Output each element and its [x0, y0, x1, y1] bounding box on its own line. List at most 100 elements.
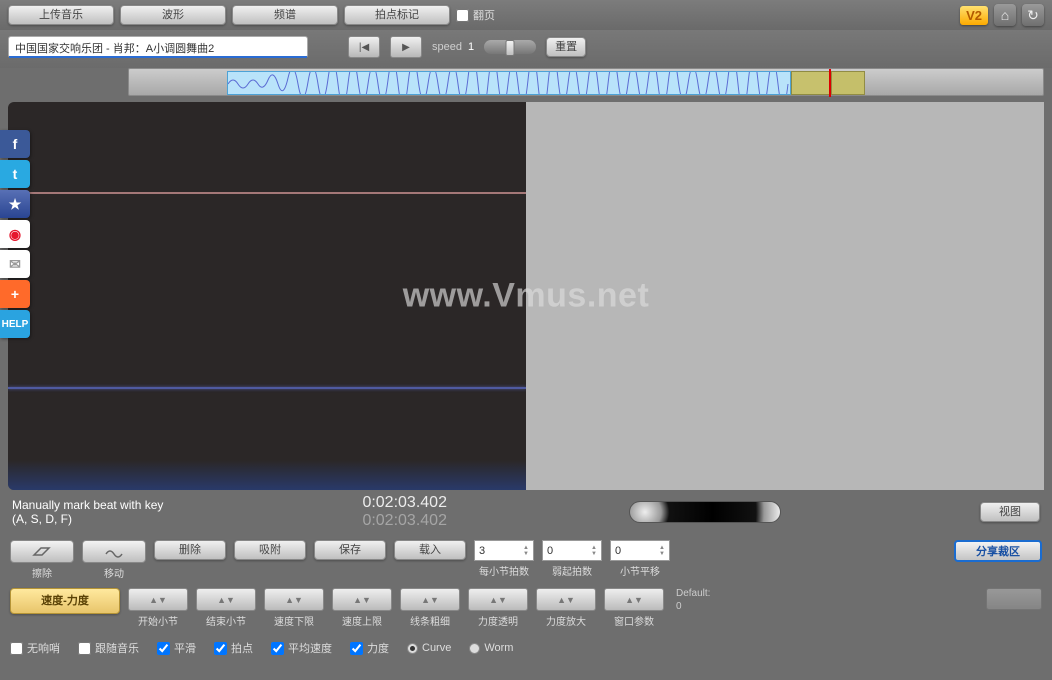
erase-label: 擦除	[32, 565, 52, 580]
move-button[interactable]	[82, 540, 146, 563]
curve-radio[interactable]: Curve	[407, 642, 451, 654]
spectrum-tab[interactable]: 频谱	[232, 5, 338, 25]
beats-per-bar-label: 每小节拍数	[479, 563, 529, 578]
tempo-high-input[interactable]: ▲▼	[332, 588, 392, 611]
view-button[interactable]: 视图	[980, 502, 1040, 522]
mail-icon[interactable]: ✉	[0, 250, 30, 278]
avgspeed-toggle[interactable]: 平均速度	[271, 640, 332, 656]
watermark-text: www.Vmus.net	[403, 277, 650, 316]
manual-hint-line2: (A, S, D, F)	[12, 512, 163, 526]
end-bar-input[interactable]: ▲▼	[196, 588, 256, 611]
dynamics-trans-label: 力度透明	[478, 613, 518, 628]
tempo-low-input[interactable]: ▲▼	[264, 588, 324, 611]
main-workspace: www.Vmus.net	[8, 102, 1044, 490]
load-button[interactable]: 载入	[394, 540, 466, 560]
line-width-input[interactable]: ▲▼	[400, 588, 460, 611]
twitter-icon[interactable]: t	[0, 160, 30, 188]
beats-checkbox[interactable]	[214, 642, 227, 655]
dynamics-toggle[interactable]: 力度	[350, 640, 389, 656]
worm-radio[interactable]: Worm	[469, 642, 513, 654]
manual-hint: Manually mark beat with key (A, S, D, F)	[12, 498, 163, 526]
pickup-value: 0	[547, 545, 553, 557]
window-param-input[interactable]: ▲▼	[604, 588, 664, 611]
follow-toggle[interactable]: 跟随音乐	[78, 640, 139, 656]
reset-button[interactable]: 重置	[546, 37, 586, 57]
prev-button[interactable]: |◀	[348, 36, 380, 58]
dynamics-checkbox[interactable]	[350, 642, 363, 655]
bar-offset-input[interactable]: 0 ▲▼	[610, 540, 670, 561]
follow-checkbox[interactable]	[78, 642, 91, 655]
beats-label: 拍点	[231, 640, 253, 656]
timeline-overview[interactable]	[128, 68, 1044, 96]
dynamics-trans-input[interactable]: ▲▼	[468, 588, 528, 611]
bar-offset-value: 0	[615, 545, 621, 557]
spinner-icon[interactable]: ▲▼	[659, 545, 665, 557]
facebook-icon[interactable]: f	[0, 130, 30, 158]
speed-value: 1	[468, 41, 474, 53]
start-bar-label: 开始小节	[138, 613, 178, 628]
delete-button[interactable]: 删除	[154, 540, 226, 560]
tempo-low-label: 速度下限	[274, 613, 314, 628]
waveform-tab[interactable]: 波形	[120, 5, 226, 25]
speed-dynamics-mode-button[interactable]: 速度-力度	[10, 588, 120, 614]
waveform-segment	[227, 71, 791, 95]
selection-region-2[interactable]	[831, 71, 865, 95]
speed-slider[interactable]	[484, 40, 536, 54]
flip-page-checkbox[interactable]	[456, 9, 469, 22]
window-param-label: 窗口参数	[614, 613, 654, 628]
smooth-checkbox[interactable]	[157, 642, 170, 655]
help-icon[interactable]: HELP	[0, 310, 30, 338]
track-title-input[interactable]: 中国国家交响乐团 - 肖邦：A小调圆舞曲2	[8, 36, 308, 58]
pickup-input[interactable]: 0 ▲▼	[542, 540, 602, 561]
time-display: 0:02:03.402 0:02:03.402	[362, 494, 447, 530]
snap-button[interactable]: 吸附	[234, 540, 306, 560]
smooth-toggle[interactable]: 平滑	[157, 640, 196, 656]
addthis-icon[interactable]: +	[0, 280, 30, 308]
avgspeed-label: 平均速度	[288, 640, 332, 656]
start-bar-input[interactable]: ▲▼	[128, 588, 188, 611]
social-rail: f t ★ ◉ ✉ + HELP	[0, 130, 30, 340]
beats-per-bar-value: 3	[479, 545, 485, 557]
dynamics-scale-input[interactable]: ▲▼	[536, 588, 596, 611]
spectrum-band-lower	[8, 387, 526, 389]
beat-marks-tab[interactable]: 拍点标记	[344, 5, 450, 25]
speed-label: speed	[432, 41, 462, 53]
spinner-icon[interactable]: ▲▼	[523, 545, 529, 557]
selection-region[interactable]	[791, 71, 831, 95]
play-button[interactable]: ▶	[390, 36, 422, 58]
default-label: Default:	[676, 588, 710, 599]
follow-label: 跟随音乐	[95, 640, 139, 656]
time-elapsed: 0:02:03.402	[362, 494, 447, 512]
nosound-label: 无响哨	[27, 640, 60, 656]
weibo-icon[interactable]: ◉	[0, 220, 30, 248]
home-icon[interactable]: ⌂	[994, 4, 1016, 26]
flip-page-label: 翻页	[473, 7, 495, 23]
spectrum-band-upper	[8, 192, 526, 194]
erase-icon	[31, 545, 53, 559]
dynamics-scale-label: 力度放大	[546, 613, 586, 628]
nosound-toggle[interactable]: 无响哨	[10, 640, 60, 656]
dynamics-label: 力度	[367, 640, 389, 656]
avgspeed-checkbox[interactable]	[271, 642, 284, 655]
dynamics-meter	[629, 501, 781, 523]
tempo-high-label: 速度上限	[342, 613, 382, 628]
ioi-button[interactable]	[986, 588, 1042, 610]
refresh-icon[interactable]: ↻	[1022, 4, 1044, 26]
v2-badge: V2	[960, 6, 988, 25]
beats-toggle[interactable]: 拍点	[214, 640, 253, 656]
flip-page-toggle[interactable]: 翻页	[456, 7, 495, 23]
upload-tab[interactable]: 上传音乐	[8, 5, 114, 25]
radio-on-icon	[407, 643, 418, 654]
favorite-icon[interactable]: ★	[0, 190, 30, 218]
save-button[interactable]: 保存	[314, 540, 386, 560]
beats-per-bar-input[interactable]: 3 ▲▼	[474, 540, 534, 561]
move-label: 移动	[104, 565, 124, 580]
spinner-icon[interactable]: ▲▼	[591, 545, 597, 557]
share-clip-button[interactable]: 分享裁区	[954, 540, 1042, 562]
worm-label: Worm	[484, 642, 513, 654]
erase-button[interactable]	[10, 540, 74, 563]
pickup-label: 弱起拍数	[552, 563, 592, 578]
curve-label: Curve	[422, 642, 451, 654]
spectrum-gradient	[8, 460, 526, 490]
nosound-checkbox[interactable]	[10, 642, 23, 655]
